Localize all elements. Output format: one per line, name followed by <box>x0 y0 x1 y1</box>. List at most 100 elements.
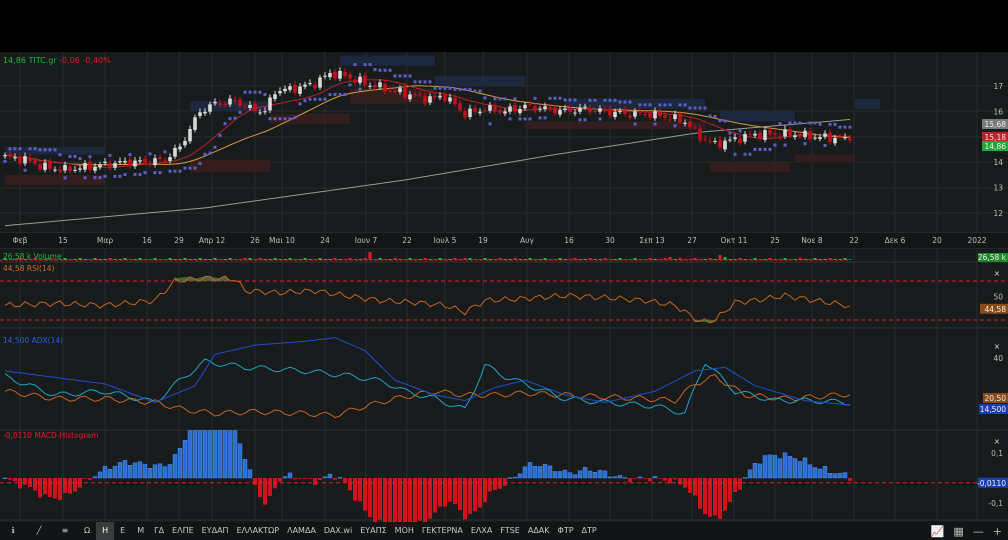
macd-histogram-bar <box>398 478 402 524</box>
candle-body <box>648 113 652 118</box>
x-tick-label: Οκτ 11 <box>721 236 748 245</box>
period-tab[interactable]: Μ <box>131 522 150 540</box>
macd-histogram-bar <box>107 469 113 479</box>
volume-bar <box>608 259 612 260</box>
macd-histogram-bar <box>637 476 643 479</box>
x-tick-label: Απρ 12 <box>199 236 226 245</box>
macd-histogram-bar <box>428 478 432 519</box>
macd-histogram-bar <box>527 462 533 479</box>
period-tab[interactable]: Ε <box>114 522 131 540</box>
symbol-button[interactable]: FTSE <box>496 522 523 540</box>
macd-histogram-bar <box>728 478 732 502</box>
sar-dot <box>338 93 342 97</box>
sar-dot <box>123 173 127 177</box>
bar-chart-icon[interactable]: ▦ <box>953 525 963 538</box>
candle-body <box>843 137 847 139</box>
volume-bar <box>798 258 802 260</box>
macd-histogram-bar <box>388 478 392 526</box>
volume-bar <box>828 258 832 260</box>
period-tab[interactable]: Η <box>96 522 115 540</box>
macd-histogram-bar <box>253 478 257 485</box>
volume-bar <box>228 258 232 260</box>
candle-body <box>503 111 507 114</box>
macd-histogram-bar <box>132 462 138 479</box>
demand-zone <box>270 113 350 125</box>
volume-bar <box>788 259 792 260</box>
macd-histogram-bar <box>782 452 788 479</box>
candle-body <box>18 156 22 164</box>
volume-bar <box>118 259 122 260</box>
volume-bar <box>698 259 702 260</box>
sar-dot <box>808 121 812 125</box>
candle-body <box>728 139 732 141</box>
candle-body <box>623 110 627 115</box>
macd-histogram-bar <box>733 478 737 492</box>
candle-body <box>278 91 282 94</box>
zoom-out-icon[interactable]: — <box>973 525 984 538</box>
macd-histogram-bar <box>423 478 427 526</box>
symbol-button[interactable]: ΕΛΠΕ <box>168 522 198 540</box>
period-tab[interactable]: Ω <box>78 522 96 540</box>
trading-chart[interactable]: Φεβ 15 Μαρ 16 29 Απρ 12 26 Μαι 10 24 Ιουν 7 22 Ιουλ… <box>0 0 1008 540</box>
sar-dot <box>158 171 162 175</box>
sar-dot <box>318 97 322 101</box>
sar-dot <box>628 100 632 104</box>
candle-body <box>468 108 472 118</box>
chart-type-icon[interactable]: 📈 <box>931 525 945 538</box>
volume-bar <box>258 258 262 260</box>
macd-histogram-bar <box>652 476 658 479</box>
volume-bar <box>598 259 602 260</box>
symbol-button[interactable]: ΑΔΑΚ <box>524 522 554 540</box>
macd-histogram-bar <box>157 463 163 479</box>
volume-bar <box>848 259 852 260</box>
sar-dot <box>833 122 837 126</box>
symbol-button[interactable]: ΔΤΡ <box>578 522 601 540</box>
symbol-button[interactable]: ΜΟΗ <box>391 522 418 540</box>
indicators-icon[interactable]: ≡ <box>52 522 78 540</box>
candle-body <box>763 130 767 140</box>
macd-histogram-bar <box>767 454 773 479</box>
symbol-button[interactable]: ΕΥΑΠΣ <box>356 522 390 540</box>
symbol-button[interactable]: ΕΛΧΑ <box>467 522 496 540</box>
sar-dot <box>83 176 87 180</box>
candle-body <box>698 128 702 141</box>
macd-histogram-bar <box>373 478 377 523</box>
candle-body <box>718 139 722 148</box>
sar-dot <box>143 171 147 175</box>
sar-dot <box>333 93 337 97</box>
sar-dot <box>3 159 7 163</box>
candle-body <box>558 109 562 115</box>
symbol-button[interactable]: ΓΕΚΤΕΡΝΑ <box>418 522 467 540</box>
x-tick-label: 16 <box>142 236 152 245</box>
info-icon[interactable]: ℹ <box>0 522 26 540</box>
symbol-button[interactable]: ΕΛΛΑΚΤΩΡ <box>233 522 284 540</box>
candle-body <box>498 110 502 113</box>
symbol-button[interactable]: ΦΤΡ <box>554 522 578 540</box>
symbol-button[interactable]: ΓΔ <box>150 522 168 540</box>
x-tick-label: 26 <box>250 236 260 245</box>
right-tools: 📈 ▦ — + <box>931 522 1002 540</box>
sar-dot <box>703 106 707 110</box>
volume-bar <box>393 258 397 260</box>
symbol-button[interactable]: DAX.wi <box>320 522 356 540</box>
sar-dot <box>238 110 242 114</box>
macd-histogram-bar <box>557 471 563 479</box>
volume-bar <box>508 259 512 260</box>
draw-line-icon[interactable]: ╱ <box>26 522 52 540</box>
volume-bar <box>188 259 192 260</box>
zoom-in-icon[interactable]: + <box>993 525 1002 538</box>
symbol-button[interactable]: ΛΑΜΔΑ <box>283 522 320 540</box>
candle-body <box>28 157 32 162</box>
close-panel-icon: × <box>994 342 1000 351</box>
macd-histogram-bar <box>503 478 507 486</box>
symbol-name[interactable]: TITC.gr <box>28 56 56 65</box>
price-tick-label: 16 <box>993 107 1003 116</box>
macd-histogram-bar <box>738 478 742 490</box>
sar-dot <box>63 176 67 180</box>
sar-dot <box>293 116 297 120</box>
sar-dot <box>748 152 752 156</box>
symbol-button[interactable]: ΕΥΔΑΠ <box>198 522 233 540</box>
volume-bar <box>278 259 282 260</box>
sar-dot <box>783 143 787 147</box>
x-tick-label: Φεβ <box>13 236 28 245</box>
